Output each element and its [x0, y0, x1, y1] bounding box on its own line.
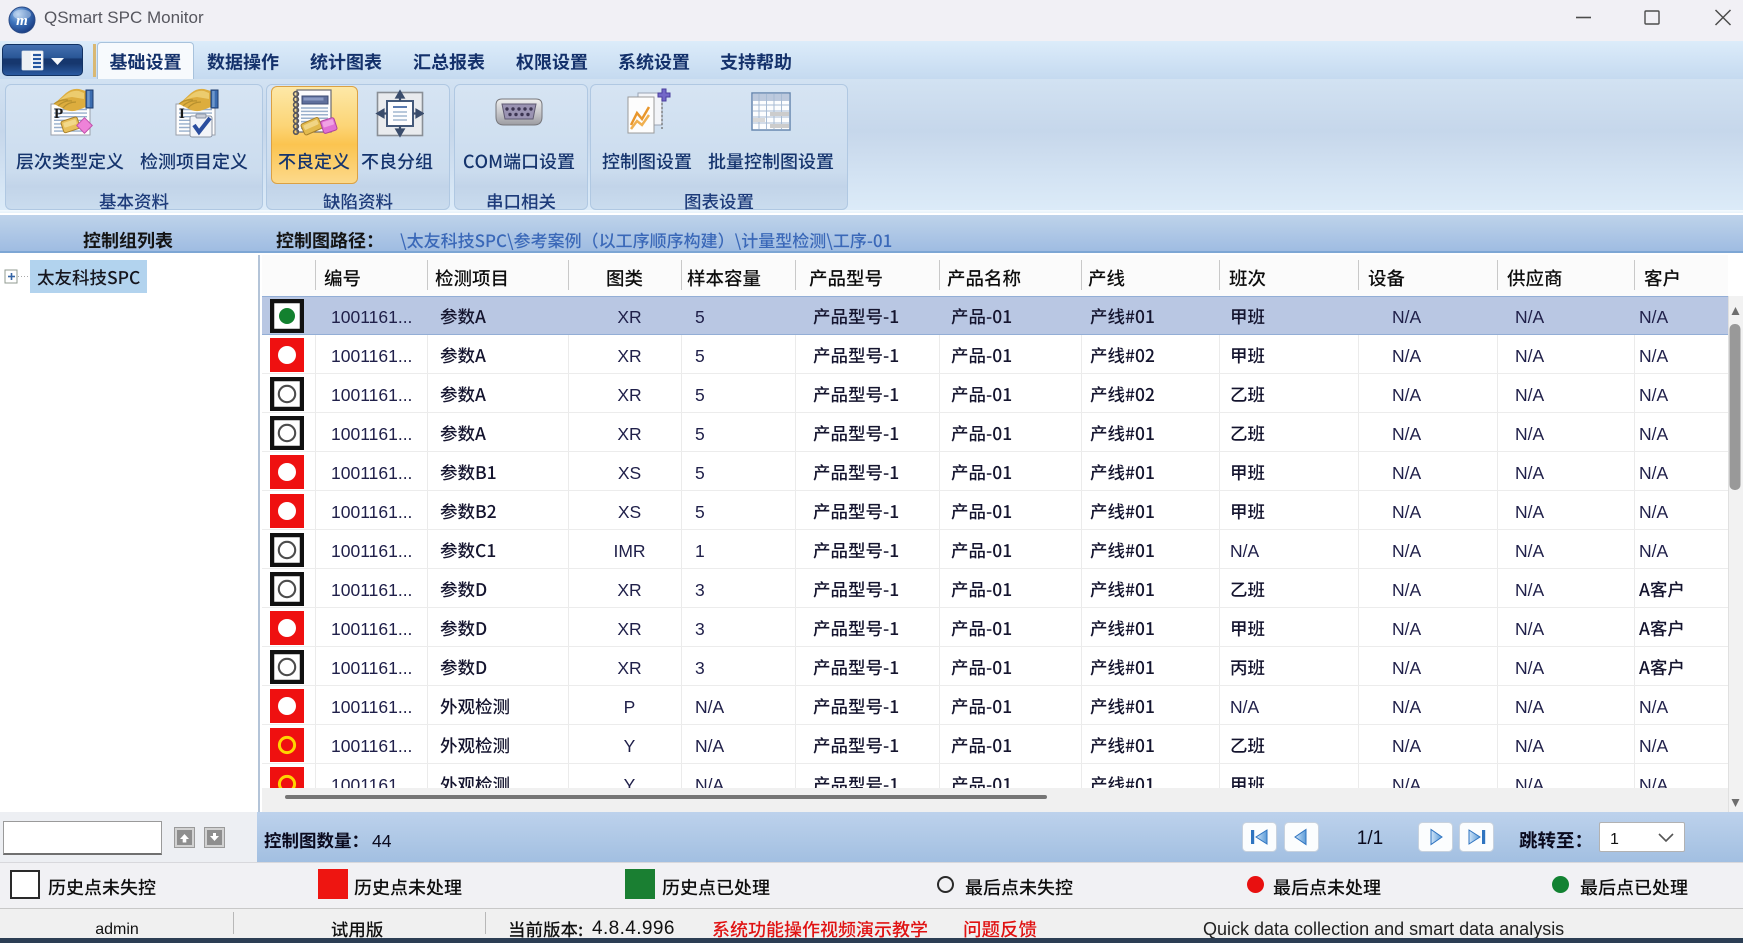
- svg-text:I: I: [179, 106, 185, 122]
- svg-text:P: P: [54, 106, 63, 122]
- svg-text:m: m: [16, 13, 28, 29]
